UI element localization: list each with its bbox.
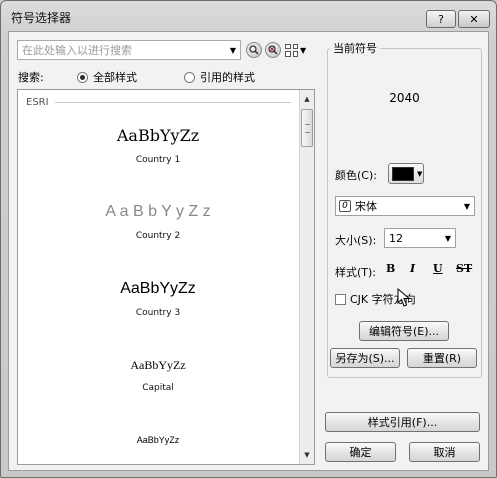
color-picker-button[interactable]: ▼ <box>388 163 424 184</box>
size-label: 大小(S): <box>335 234 377 247</box>
underline-button[interactable]: U <box>433 262 443 275</box>
symbol-name: Capital <box>142 383 174 393</box>
grid-icon <box>285 43 298 57</box>
bold-button[interactable]: B <box>386 262 395 275</box>
grid-view-icon[interactable]: ▼ <box>285 41 315 59</box>
close-button[interactable]: ✕ <box>458 10 490 28</box>
chevron-down-icon: ▼ <box>444 233 452 243</box>
symbol-item[interactable]: AaBbYyZz Capital <box>18 358 298 393</box>
magnifier-icon[interactable] <box>246 42 262 58</box>
edit-symbol-button[interactable]: 编辑符号(E)... <box>359 321 449 341</box>
opentype-font-icon: 0 <box>339 200 351 212</box>
symbol-sample: AaBbYyZz <box>120 280 196 297</box>
symbol-selector-dialog: 符号选择器 ? ✕ 在此处输入以进行搜索 ▼ ▼ 搜索: 全部样式 引用的样式 <box>0 0 497 478</box>
group-name: ESRI <box>26 97 49 108</box>
scrollbar-thumb[interactable] <box>301 109 313 147</box>
search-input[interactable]: 在此处输入以进行搜索 ▼ <box>17 40 241 60</box>
symbol-preview: 2040 <box>389 91 420 105</box>
help-button[interactable]: ? <box>426 10 456 28</box>
chevron-down-icon[interactable]: ▼ <box>226 41 240 59</box>
ok-button[interactable]: 确定 <box>325 442 396 462</box>
mouse-cursor-icon <box>397 288 411 307</box>
symbol-item[interactable]: A a B b Y y Z z Country 2 <box>18 203 298 241</box>
symbol-name: Country 1 <box>135 155 181 165</box>
save-as-button[interactable]: 另存为(S)... <box>330 348 400 368</box>
strikethrough-button[interactable]: ST <box>456 262 472 275</box>
filter-label: 搜索: <box>18 71 44 84</box>
radio-all-styles[interactable]: 全部样式 <box>77 69 137 85</box>
symbol-item[interactable]: AaBbYyZz Country 1 <box>18 126 298 165</box>
scroll-up-icon[interactable]: ▲ <box>300 92 314 106</box>
font-select[interactable]: 0 宋体 ▼ <box>335 196 475 216</box>
symbol-sample: AaBbYyZz <box>116 126 200 145</box>
search-placeholder: 在此处输入以进行搜索 <box>22 44 132 57</box>
gallery-scrollbar[interactable]: ▲ ▼ <box>299 90 314 464</box>
symbol-gallery[interactable]: ESRI AaBbYyZz Country 1 A a B b Y y Z z … <box>17 89 315 465</box>
symbol-sample: AaBbYyZz <box>130 358 186 372</box>
style-references-button[interactable]: 样式引用(F)... <box>325 412 480 432</box>
clear-search-icon[interactable] <box>265 42 281 58</box>
reset-button[interactable]: 重置(R) <box>407 348 477 368</box>
font-value: 宋体 <box>355 200 377 213</box>
radio-label: 引用的样式 <box>200 71 255 84</box>
dialog-body: 在此处输入以进行搜索 ▼ ▼ 搜索: 全部样式 引用的样式 ESRI AaBbY… <box>8 31 489 471</box>
cancel-button[interactable]: 取消 <box>409 442 480 462</box>
symbol-item[interactable]: AaBbYyZz <box>18 435 298 445</box>
symbol-sample: AaBbYyZz <box>136 435 180 445</box>
symbol-name: Country 2 <box>135 231 181 241</box>
chevron-down-icon: ▼ <box>463 201 471 211</box>
chevron-down-icon: ▼ <box>417 169 423 178</box>
symbol-sample: A a B b Y y Z z <box>105 203 211 220</box>
symbol-item[interactable]: AaBbYyZz Country 3 <box>18 280 298 318</box>
size-select[interactable]: 12 ▼ <box>384 228 456 248</box>
radio-dot <box>184 71 195 83</box>
divider <box>54 102 291 103</box>
title-bar: 符号选择器 ? ✕ <box>1 1 496 31</box>
symbol-name: Country 3 <box>135 308 181 318</box>
current-symbol-title: 当前符号 <box>330 40 380 56</box>
color-label: 颜色(C): <box>335 169 377 182</box>
radio-dot <box>77 71 88 83</box>
dialog-title: 符号选择器 <box>11 11 72 25</box>
italic-button[interactable]: I <box>410 262 415 275</box>
group-header: ESRI <box>26 97 291 108</box>
radio-label: 全部样式 <box>93 71 137 84</box>
color-swatch <box>392 166 414 181</box>
size-value: 12 <box>389 231 403 245</box>
style-label: 样式(T): <box>335 266 377 279</box>
radio-referenced-styles[interactable]: 引用的样式 <box>184 69 255 85</box>
checkbox-box <box>335 293 346 305</box>
scroll-down-icon[interactable]: ▼ <box>300 448 314 462</box>
chevron-down-icon: ▼ <box>300 45 307 55</box>
